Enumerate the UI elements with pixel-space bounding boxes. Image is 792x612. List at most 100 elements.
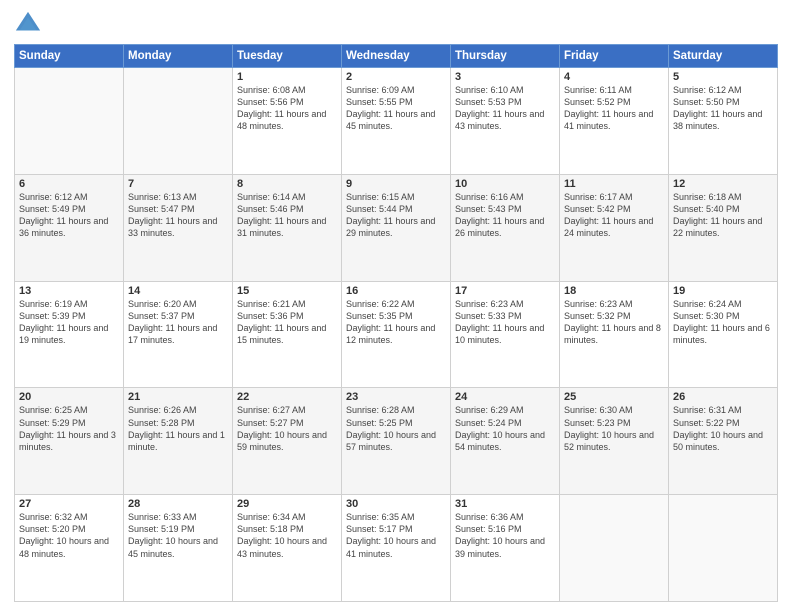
day-number: 22 [237,391,337,403]
calendar-cell: 23Sunrise: 6:28 AM Sunset: 5:25 PM Dayli… [342,388,451,495]
calendar-cell: 5Sunrise: 6:12 AM Sunset: 5:50 PM Daylig… [669,68,778,175]
calendar-cell: 27Sunrise: 6:32 AM Sunset: 5:20 PM Dayli… [15,495,124,602]
day-info: Sunrise: 6:15 AM Sunset: 5:44 PM Dayligh… [346,191,446,240]
day-info: Sunrise: 6:11 AM Sunset: 5:52 PM Dayligh… [564,84,664,133]
calendar-header-row: SundayMondayTuesdayWednesdayThursdayFrid… [15,45,778,68]
calendar-cell: 29Sunrise: 6:34 AM Sunset: 5:18 PM Dayli… [233,495,342,602]
calendar-week-row: 6Sunrise: 6:12 AM Sunset: 5:49 PM Daylig… [15,174,778,281]
day-info: Sunrise: 6:34 AM Sunset: 5:18 PM Dayligh… [237,511,337,560]
day-info: Sunrise: 6:30 AM Sunset: 5:23 PM Dayligh… [564,404,664,453]
calendar-cell: 14Sunrise: 6:20 AM Sunset: 5:37 PM Dayli… [124,281,233,388]
calendar-cell: 11Sunrise: 6:17 AM Sunset: 5:42 PM Dayli… [560,174,669,281]
calendar-cell: 9Sunrise: 6:15 AM Sunset: 5:44 PM Daylig… [342,174,451,281]
day-number: 8 [237,178,337,190]
day-info: Sunrise: 6:14 AM Sunset: 5:46 PM Dayligh… [237,191,337,240]
calendar-cell: 17Sunrise: 6:23 AM Sunset: 5:33 PM Dayli… [451,281,560,388]
day-of-week-header: Friday [560,45,669,68]
calendar-week-row: 27Sunrise: 6:32 AM Sunset: 5:20 PM Dayli… [15,495,778,602]
calendar-cell: 21Sunrise: 6:26 AM Sunset: 5:28 PM Dayli… [124,388,233,495]
day-number: 9 [346,178,446,190]
day-of-week-header: Sunday [15,45,124,68]
calendar-cell: 7Sunrise: 6:13 AM Sunset: 5:47 PM Daylig… [124,174,233,281]
calendar-cell: 15Sunrise: 6:21 AM Sunset: 5:36 PM Dayli… [233,281,342,388]
day-info: Sunrise: 6:12 AM Sunset: 5:49 PM Dayligh… [19,191,119,240]
day-info: Sunrise: 6:24 AM Sunset: 5:30 PM Dayligh… [673,298,773,347]
day-number: 26 [673,391,773,403]
day-number: 21 [128,391,228,403]
day-number: 15 [237,285,337,297]
day-info: Sunrise: 6:08 AM Sunset: 5:56 PM Dayligh… [237,84,337,133]
calendar-cell: 12Sunrise: 6:18 AM Sunset: 5:40 PM Dayli… [669,174,778,281]
calendar-cell: 18Sunrise: 6:23 AM Sunset: 5:32 PM Dayli… [560,281,669,388]
day-info: Sunrise: 6:18 AM Sunset: 5:40 PM Dayligh… [673,191,773,240]
calendar-cell: 26Sunrise: 6:31 AM Sunset: 5:22 PM Dayli… [669,388,778,495]
calendar-cell [15,68,124,175]
calendar-cell: 22Sunrise: 6:27 AM Sunset: 5:27 PM Dayli… [233,388,342,495]
day-info: Sunrise: 6:19 AM Sunset: 5:39 PM Dayligh… [19,298,119,347]
day-of-week-header: Saturday [669,45,778,68]
day-number: 2 [346,71,446,83]
calendar-week-row: 1Sunrise: 6:08 AM Sunset: 5:56 PM Daylig… [15,68,778,175]
day-of-week-header: Tuesday [233,45,342,68]
day-number: 17 [455,285,555,297]
day-number: 31 [455,498,555,510]
calendar-cell: 10Sunrise: 6:16 AM Sunset: 5:43 PM Dayli… [451,174,560,281]
day-info: Sunrise: 6:16 AM Sunset: 5:43 PM Dayligh… [455,191,555,240]
day-of-week-header: Thursday [451,45,560,68]
day-info: Sunrise: 6:29 AM Sunset: 5:24 PM Dayligh… [455,404,555,453]
day-number: 10 [455,178,555,190]
calendar-cell: 4Sunrise: 6:11 AM Sunset: 5:52 PM Daylig… [560,68,669,175]
day-info: Sunrise: 6:25 AM Sunset: 5:29 PM Dayligh… [19,404,119,453]
calendar-cell: 20Sunrise: 6:25 AM Sunset: 5:29 PM Dayli… [15,388,124,495]
day-of-week-header: Wednesday [342,45,451,68]
day-info: Sunrise: 6:21 AM Sunset: 5:36 PM Dayligh… [237,298,337,347]
calendar-cell: 6Sunrise: 6:12 AM Sunset: 5:49 PM Daylig… [15,174,124,281]
day-info: Sunrise: 6:35 AM Sunset: 5:17 PM Dayligh… [346,511,446,560]
day-info: Sunrise: 6:33 AM Sunset: 5:19 PM Dayligh… [128,511,228,560]
day-number: 25 [564,391,664,403]
day-number: 27 [19,498,119,510]
day-of-week-header: Monday [124,45,233,68]
calendar-week-row: 20Sunrise: 6:25 AM Sunset: 5:29 PM Dayli… [15,388,778,495]
day-number: 28 [128,498,228,510]
day-number: 13 [19,285,119,297]
day-info: Sunrise: 6:23 AM Sunset: 5:32 PM Dayligh… [564,298,664,347]
day-number: 24 [455,391,555,403]
day-info: Sunrise: 6:09 AM Sunset: 5:55 PM Dayligh… [346,84,446,133]
day-number: 5 [673,71,773,83]
day-info: Sunrise: 6:20 AM Sunset: 5:37 PM Dayligh… [128,298,228,347]
calendar-cell: 31Sunrise: 6:36 AM Sunset: 5:16 PM Dayli… [451,495,560,602]
day-number: 12 [673,178,773,190]
day-info: Sunrise: 6:17 AM Sunset: 5:42 PM Dayligh… [564,191,664,240]
day-number: 20 [19,391,119,403]
calendar-cell: 1Sunrise: 6:08 AM Sunset: 5:56 PM Daylig… [233,68,342,175]
calendar-cell: 19Sunrise: 6:24 AM Sunset: 5:30 PM Dayli… [669,281,778,388]
day-number: 23 [346,391,446,403]
calendar-cell: 8Sunrise: 6:14 AM Sunset: 5:46 PM Daylig… [233,174,342,281]
day-number: 3 [455,71,555,83]
day-number: 4 [564,71,664,83]
day-info: Sunrise: 6:27 AM Sunset: 5:27 PM Dayligh… [237,404,337,453]
calendar-cell [560,495,669,602]
day-info: Sunrise: 6:12 AM Sunset: 5:50 PM Dayligh… [673,84,773,133]
calendar-cell: 3Sunrise: 6:10 AM Sunset: 5:53 PM Daylig… [451,68,560,175]
day-info: Sunrise: 6:36 AM Sunset: 5:16 PM Dayligh… [455,511,555,560]
day-info: Sunrise: 6:23 AM Sunset: 5:33 PM Dayligh… [455,298,555,347]
calendar-cell [124,68,233,175]
day-number: 1 [237,71,337,83]
day-number: 14 [128,285,228,297]
day-info: Sunrise: 6:31 AM Sunset: 5:22 PM Dayligh… [673,404,773,453]
day-info: Sunrise: 6:13 AM Sunset: 5:47 PM Dayligh… [128,191,228,240]
calendar-cell: 25Sunrise: 6:30 AM Sunset: 5:23 PM Dayli… [560,388,669,495]
day-info: Sunrise: 6:28 AM Sunset: 5:25 PM Dayligh… [346,404,446,453]
day-number: 11 [564,178,664,190]
calendar-cell: 16Sunrise: 6:22 AM Sunset: 5:35 PM Dayli… [342,281,451,388]
day-number: 19 [673,285,773,297]
calendar-cell [669,495,778,602]
logo-icon [14,10,42,38]
calendar-cell: 28Sunrise: 6:33 AM Sunset: 5:19 PM Dayli… [124,495,233,602]
day-number: 29 [237,498,337,510]
logo [14,10,46,38]
day-info: Sunrise: 6:22 AM Sunset: 5:35 PM Dayligh… [346,298,446,347]
calendar-week-row: 13Sunrise: 6:19 AM Sunset: 5:39 PM Dayli… [15,281,778,388]
